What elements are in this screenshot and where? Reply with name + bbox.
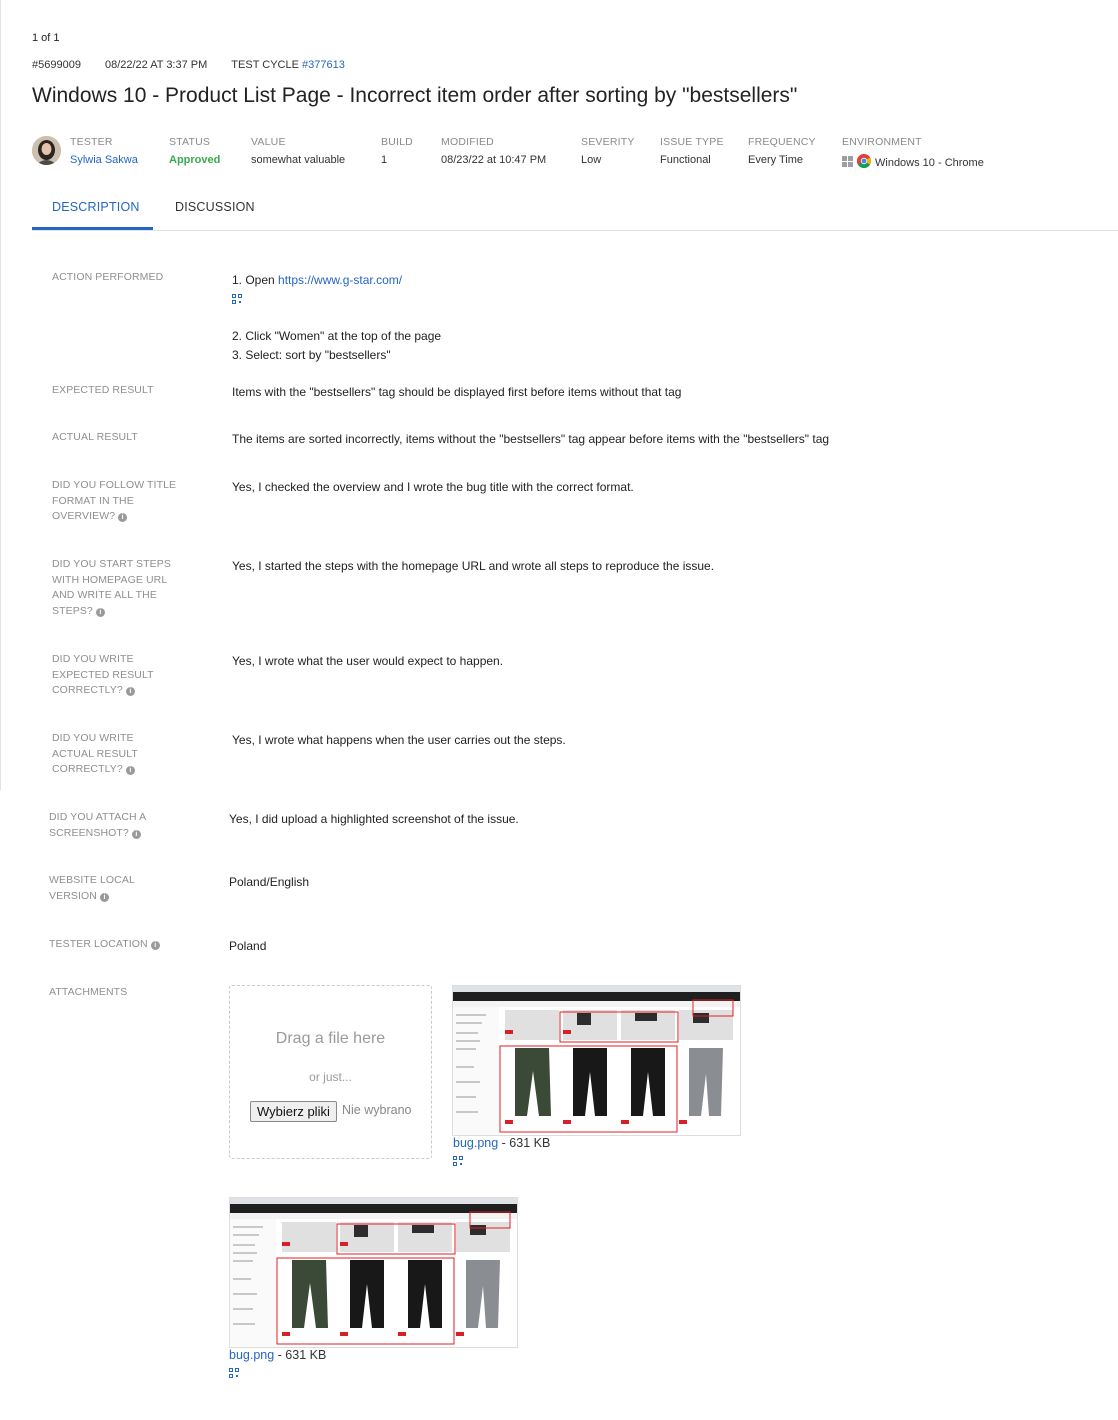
qr-code-icon[interactable] (453, 1156, 463, 1166)
active-tab-indicator (32, 227, 153, 230)
info-icon[interactable]: i (95, 607, 105, 617)
question-steps-value: Yes, I started the steps with the homepa… (232, 559, 715, 573)
expected-result-label: EXPECTED RESULT (52, 384, 154, 396)
test-cycle-label: TEST CYCLE (231, 59, 303, 71)
modified-field: MODIFIED 08/23/22 at 10:47 PM (441, 136, 546, 166)
actual-result-label: ACTUAL RESULT (52, 431, 138, 443)
question-actual-label: DID YOU WRITE ACTUAL RESULT CORRECTLY? (52, 732, 138, 775)
issue-meta: #5699009 08/22/22 AT 3:37 PM TEST CYCLE … (32, 59, 345, 71)
value-field: VALUE somewhat valuable (251, 136, 345, 166)
step-3-text: 3. Select: sort by "bestsellers" (232, 348, 391, 362)
file-dropzone[interactable]: Drag a file here or just... Wybierz plik… (229, 985, 432, 1159)
issue-date: 08/22/22 AT 3:37 PM (104, 59, 208, 71)
attachment-thumbnail[interactable] (452, 985, 741, 1136)
question-expected-label: DID YOU WRITE EXPECTED RESULT CORRECTLY? (52, 653, 154, 696)
qr-code-icon[interactable] (232, 293, 242, 304)
tab-discussion[interactable]: DISCUSSION (175, 200, 255, 214)
environment-label: ENVIRONMENT (842, 136, 922, 148)
info-icon[interactable]: i (150, 941, 160, 950)
test-cycle: TEST CYCLE #377613 (231, 59, 345, 71)
issue-id: #5699009 (32, 59, 81, 71)
question-title-format-value: Yes, I checked the overview and I wrote … (232, 480, 634, 494)
windows-icon (842, 155, 853, 170)
test-cycle-link[interactable]: #377613 (302, 59, 345, 71)
attachment-link[interactable]: bug.png (453, 1136, 498, 1150)
environment-value: Windows 10 - Chrome (875, 156, 984, 169)
step-2-text: 2. Click "Women" at the top of the page (232, 328, 442, 343)
issue-type-label: ISSUE TYPE (660, 136, 724, 148)
attachments-label: ATTACHMENTS (49, 986, 128, 998)
severity-label: SEVERITY (581, 136, 635, 148)
build-value: 1 (381, 154, 388, 166)
pager: 1 of 1 (32, 32, 60, 44)
question-title-format-label: DID YOU FOLLOW TITLE FORMAT IN THE OVERV… (52, 479, 177, 522)
info-icon[interactable]: i (125, 766, 135, 775)
action-performed-label: ACTION PERFORMED (52, 271, 164, 283)
attachment-size: - 631 KB (274, 1348, 327, 1362)
attachment-caption: bug.png - 631 KB (229, 1348, 326, 1362)
info-icon[interactable]: i (100, 892, 109, 902)
modified-value: 08/23/22 at 10:47 PM (441, 154, 547, 166)
attachment-thumbnail[interactable] (229, 1197, 518, 1348)
build-field: BUILD 1 (381, 136, 413, 166)
chrome-icon (857, 154, 871, 171)
tester-location-value: Poland (229, 939, 267, 953)
tab-description[interactable]: DESCRIPTION (52, 200, 140, 214)
issue-type-value: Functional (660, 154, 711, 166)
question-expected-value: Yes, I wrote what the user would expect … (232, 654, 504, 668)
environment-field: ENVIRONMENT Windows 10 - Chrome (842, 136, 984, 171)
issue-type-field: ISSUE TYPE Functional (660, 136, 724, 166)
tester-field: TESTER Sylwia Sakwa (70, 136, 138, 166)
status-badge: Approved (169, 154, 221, 166)
tester-location-label: TESTER LOCATION (49, 938, 148, 950)
question-steps-label: DID YOU START STEPS WITH HOMEPAGE URL AN… (52, 558, 171, 617)
avatar[interactable] (32, 136, 61, 165)
choose-files-button[interactable]: Wybierz pliki (250, 1101, 337, 1122)
value-value: somewhat valuable (251, 154, 346, 166)
expected-result-value: Items with the "bestsellers" tag should … (232, 385, 682, 399)
severity-field: SEVERITY Low (581, 136, 635, 166)
left-border (0, 0, 1, 790)
actual-result-value: The items are sorted incorrectly, items … (232, 432, 830, 446)
build-label: BUILD (381, 136, 413, 148)
info-icon[interactable]: i (131, 829, 141, 839)
tab-bar: DESCRIPTION DISCUSSION (32, 190, 1118, 231)
severity-value: Low (581, 154, 602, 166)
page-title: Windows 10 - Product List Page - Incorre… (32, 84, 798, 107)
issue-info-bar: TESTER Sylwia Sakwa STATUS Approved VALU… (32, 136, 1032, 176)
qr-code-icon[interactable] (229, 1368, 239, 1378)
no-file-chosen-text: Nie wybrano pliku (342, 1103, 414, 1117)
step-1-text: 1. Open (232, 273, 279, 287)
local-version-label: WEBSITE LOCAL VERSION (49, 874, 135, 902)
info-icon[interactable]: i (118, 513, 128, 522)
attachment-size: - 631 KB (498, 1136, 551, 1150)
frequency-label: FREQUENCY (748, 136, 816, 148)
question-screenshot-value: Yes, I did upload a highlighted screensh… (229, 812, 519, 826)
value-label: VALUE (251, 136, 286, 148)
modified-label: MODIFIED (441, 136, 494, 148)
attachment-caption: bug.png - 631 KB (453, 1136, 550, 1150)
question-actual-value: Yes, I wrote what happens when the user … (232, 733, 566, 747)
info-icon[interactable]: i (125, 687, 135, 696)
status-label: STATUS (169, 136, 211, 148)
tester-name-link[interactable]: Sylwia Sakwa (70, 154, 138, 166)
homepage-link[interactable]: https://www.g-star.com/ (278, 273, 402, 287)
status-field: STATUS Approved (169, 136, 220, 166)
local-version-value: Poland/English (229, 875, 310, 889)
dropzone-or-text: or just... (309, 1070, 352, 1084)
tester-label: TESTER (70, 136, 113, 148)
attachment-link[interactable]: bug.png (229, 1348, 274, 1362)
dropzone-drag-text: Drag a file here (275, 1030, 386, 1047)
frequency-field: FREQUENCY Every Time (748, 136, 816, 166)
frequency-value: Every Time (748, 154, 804, 166)
